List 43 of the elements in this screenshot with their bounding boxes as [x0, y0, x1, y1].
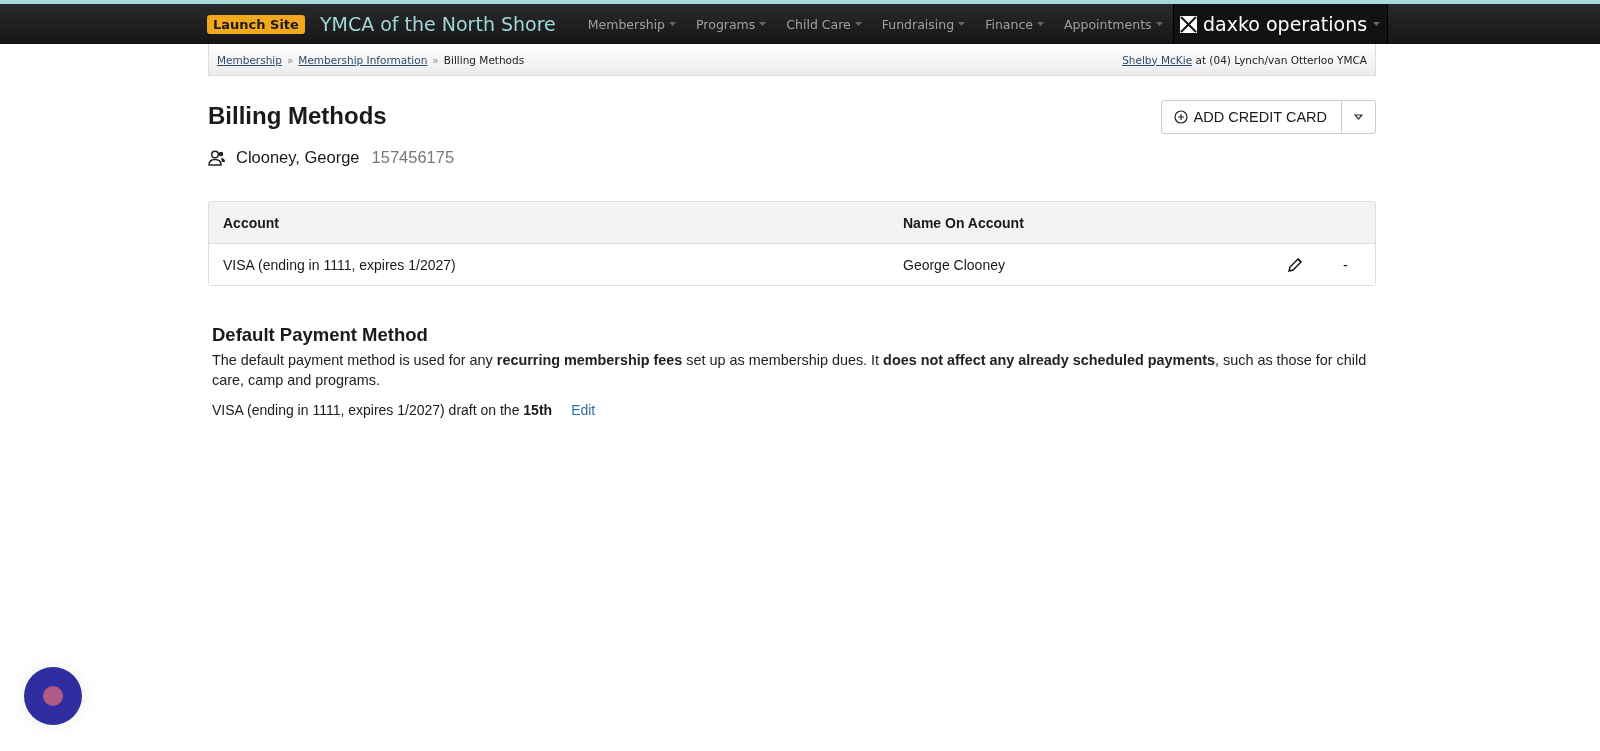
caret-icon	[854, 22, 862, 26]
breadcrumb-current: Billing Methods	[443, 53, 525, 66]
caret-icon	[1155, 22, 1163, 26]
nav-menu[interactable]: Programs	[686, 16, 777, 32]
member-id: 157456175	[371, 148, 455, 167]
section-title: Default Payment Method	[212, 324, 429, 346]
default-method-text: VISA (ending in 1111, expires 1/2027) draft on the 15th	[212, 402, 553, 418]
column-header: Name On Account	[903, 214, 1025, 231]
member-name: Clooney, George	[236, 148, 360, 167]
table-cell-text: George Clooney	[903, 256, 1006, 273]
breadcrumb-link[interactable]: Membership Information	[298, 53, 428, 66]
dot-icon	[43, 686, 63, 706]
people-icon	[208, 149, 226, 166]
site-title: YMCA of the North Shore	[319, 13, 556, 35]
caret-icon	[669, 22, 677, 26]
table-cell-text: VISA (ending in 1111, expires 1/2027)	[223, 256, 457, 273]
add-credit-card-button[interactable]: ADD CREDIT CARD	[1160, 100, 1342, 134]
caret-icon	[1373, 22, 1381, 26]
caret-icon	[1354, 114, 1363, 120]
page-title: Billing Methods	[208, 102, 387, 130]
launch-site-button[interactable]: Launch Site	[207, 14, 305, 34]
caret-icon	[1037, 22, 1044, 26]
nav-menu[interactable]: Child Care	[776, 16, 872, 32]
caret-icon	[958, 22, 966, 26]
dropdown-button[interactable]	[1342, 100, 1376, 134]
caret-icon	[759, 22, 767, 26]
product-menu[interactable]: daxko operations	[1172, 4, 1388, 44]
description-text: The default payment method is used for any recurring membership fees set up as membership dues. It does not affect any already scheduled payments, such as those for child care, camp and programs.	[212, 351, 1368, 390]
pencil-icon[interactable]	[1287, 256, 1303, 273]
breadcrumb-separator: »	[286, 53, 294, 66]
column-header: Account	[223, 214, 280, 231]
user-link[interactable]: Shelby McKie	[1122, 53, 1193, 66]
edit-link[interactable]: Edit	[571, 402, 596, 418]
plus-circle-icon	[1173, 110, 1188, 124]
nav-menu[interactable]: Fundraising	[871, 16, 976, 32]
location-text: at (04) Lynch/van Otterloo YMCA	[1195, 53, 1367, 66]
breadcrumb-separator: »	[432, 53, 439, 66]
nav-menu[interactable]: Appointments	[1054, 16, 1173, 32]
breadcrumb-link[interactable]: Membership	[217, 53, 282, 66]
chat-button[interactable]	[24, 667, 82, 725]
nav-menu[interactable]: Finance	[975, 16, 1054, 32]
remove-button[interactable]: -	[1343, 256, 1348, 273]
nav-menu[interactable]: Membership	[577, 16, 687, 32]
